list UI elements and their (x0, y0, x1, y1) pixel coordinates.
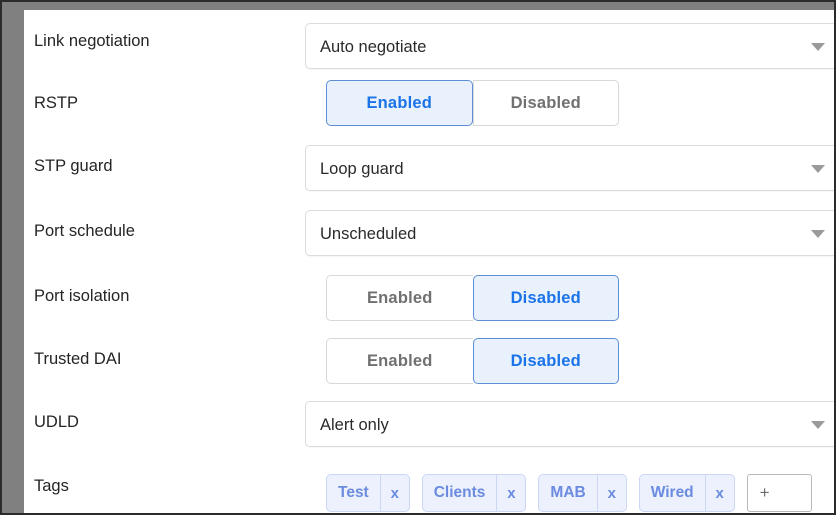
label-stp-guard: STP guard (34, 157, 113, 175)
segment-trusted-dai-enabled[interactable]: Enabled (326, 338, 473, 384)
label-link-negotiation: Link negotiation (34, 32, 150, 50)
label-rstp: RSTP (34, 94, 79, 112)
switch-port-settings-panel: Link negotiation Auto negotiate RSTP Ena… (24, 10, 834, 513)
window-frame: Link negotiation Auto negotiate RSTP Ena… (0, 0, 836, 515)
tag-remove-icon[interactable]: x (379, 475, 409, 511)
label-trusted-dai: Trusted DAI (34, 350, 122, 368)
chevron-down-icon (811, 43, 825, 51)
select-udld-value: Alert only (320, 416, 389, 434)
tag-remove-icon[interactable]: x (496, 475, 525, 511)
select-stp-guard[interactable]: Loop guard (305, 145, 834, 191)
chevron-down-icon (811, 421, 825, 429)
select-port-schedule-value: Unscheduled (320, 225, 417, 243)
tags-field: Test x Clients x MAB x Wired x + (326, 471, 834, 513)
tag-remove-icon[interactable]: x (704, 475, 734, 511)
tag-chip[interactable]: MAB x (538, 474, 627, 512)
tag-remove-icon[interactable]: x (596, 475, 626, 511)
label-tags: Tags (34, 477, 69, 495)
segmented-trusted-dai: Enabled Disabled (326, 338, 619, 384)
select-link-negotiation[interactable]: Auto negotiate (305, 23, 834, 69)
chevron-down-icon (811, 165, 825, 173)
tag-label: Test (338, 484, 369, 501)
chevron-down-icon (811, 230, 825, 238)
segmented-port-isolation: Enabled Disabled (326, 275, 619, 321)
tag-label: MAB (550, 484, 586, 501)
tag-chip[interactable]: Clients x (421, 474, 527, 512)
plus-icon: + (759, 483, 770, 502)
select-port-schedule[interactable]: Unscheduled (305, 210, 834, 256)
select-udld[interactable]: Alert only (305, 401, 834, 447)
label-udld: UDLD (34, 413, 79, 431)
segment-rstp-disabled[interactable]: Disabled (472, 80, 619, 126)
label-port-isolation: Port isolation (34, 287, 130, 305)
segment-rstp-enabled[interactable]: Enabled (326, 80, 473, 126)
tag-chip[interactable]: Wired x (638, 474, 735, 512)
tag-label: Wired (650, 484, 694, 501)
tag-label: Clients (433, 484, 486, 501)
segment-trusted-dai-disabled[interactable]: Disabled (472, 338, 619, 384)
segment-port-isolation-disabled[interactable]: Disabled (472, 275, 619, 321)
segment-port-isolation-enabled[interactable]: Enabled (326, 275, 473, 321)
segmented-rstp: Enabled Disabled (326, 80, 619, 126)
label-port-schedule: Port schedule (34, 222, 135, 240)
select-link-negotiation-value: Auto negotiate (320, 38, 427, 56)
tag-add-input[interactable]: + (746, 474, 812, 512)
tag-chip[interactable]: Test x (326, 474, 410, 512)
select-stp-guard-value: Loop guard (320, 160, 404, 178)
